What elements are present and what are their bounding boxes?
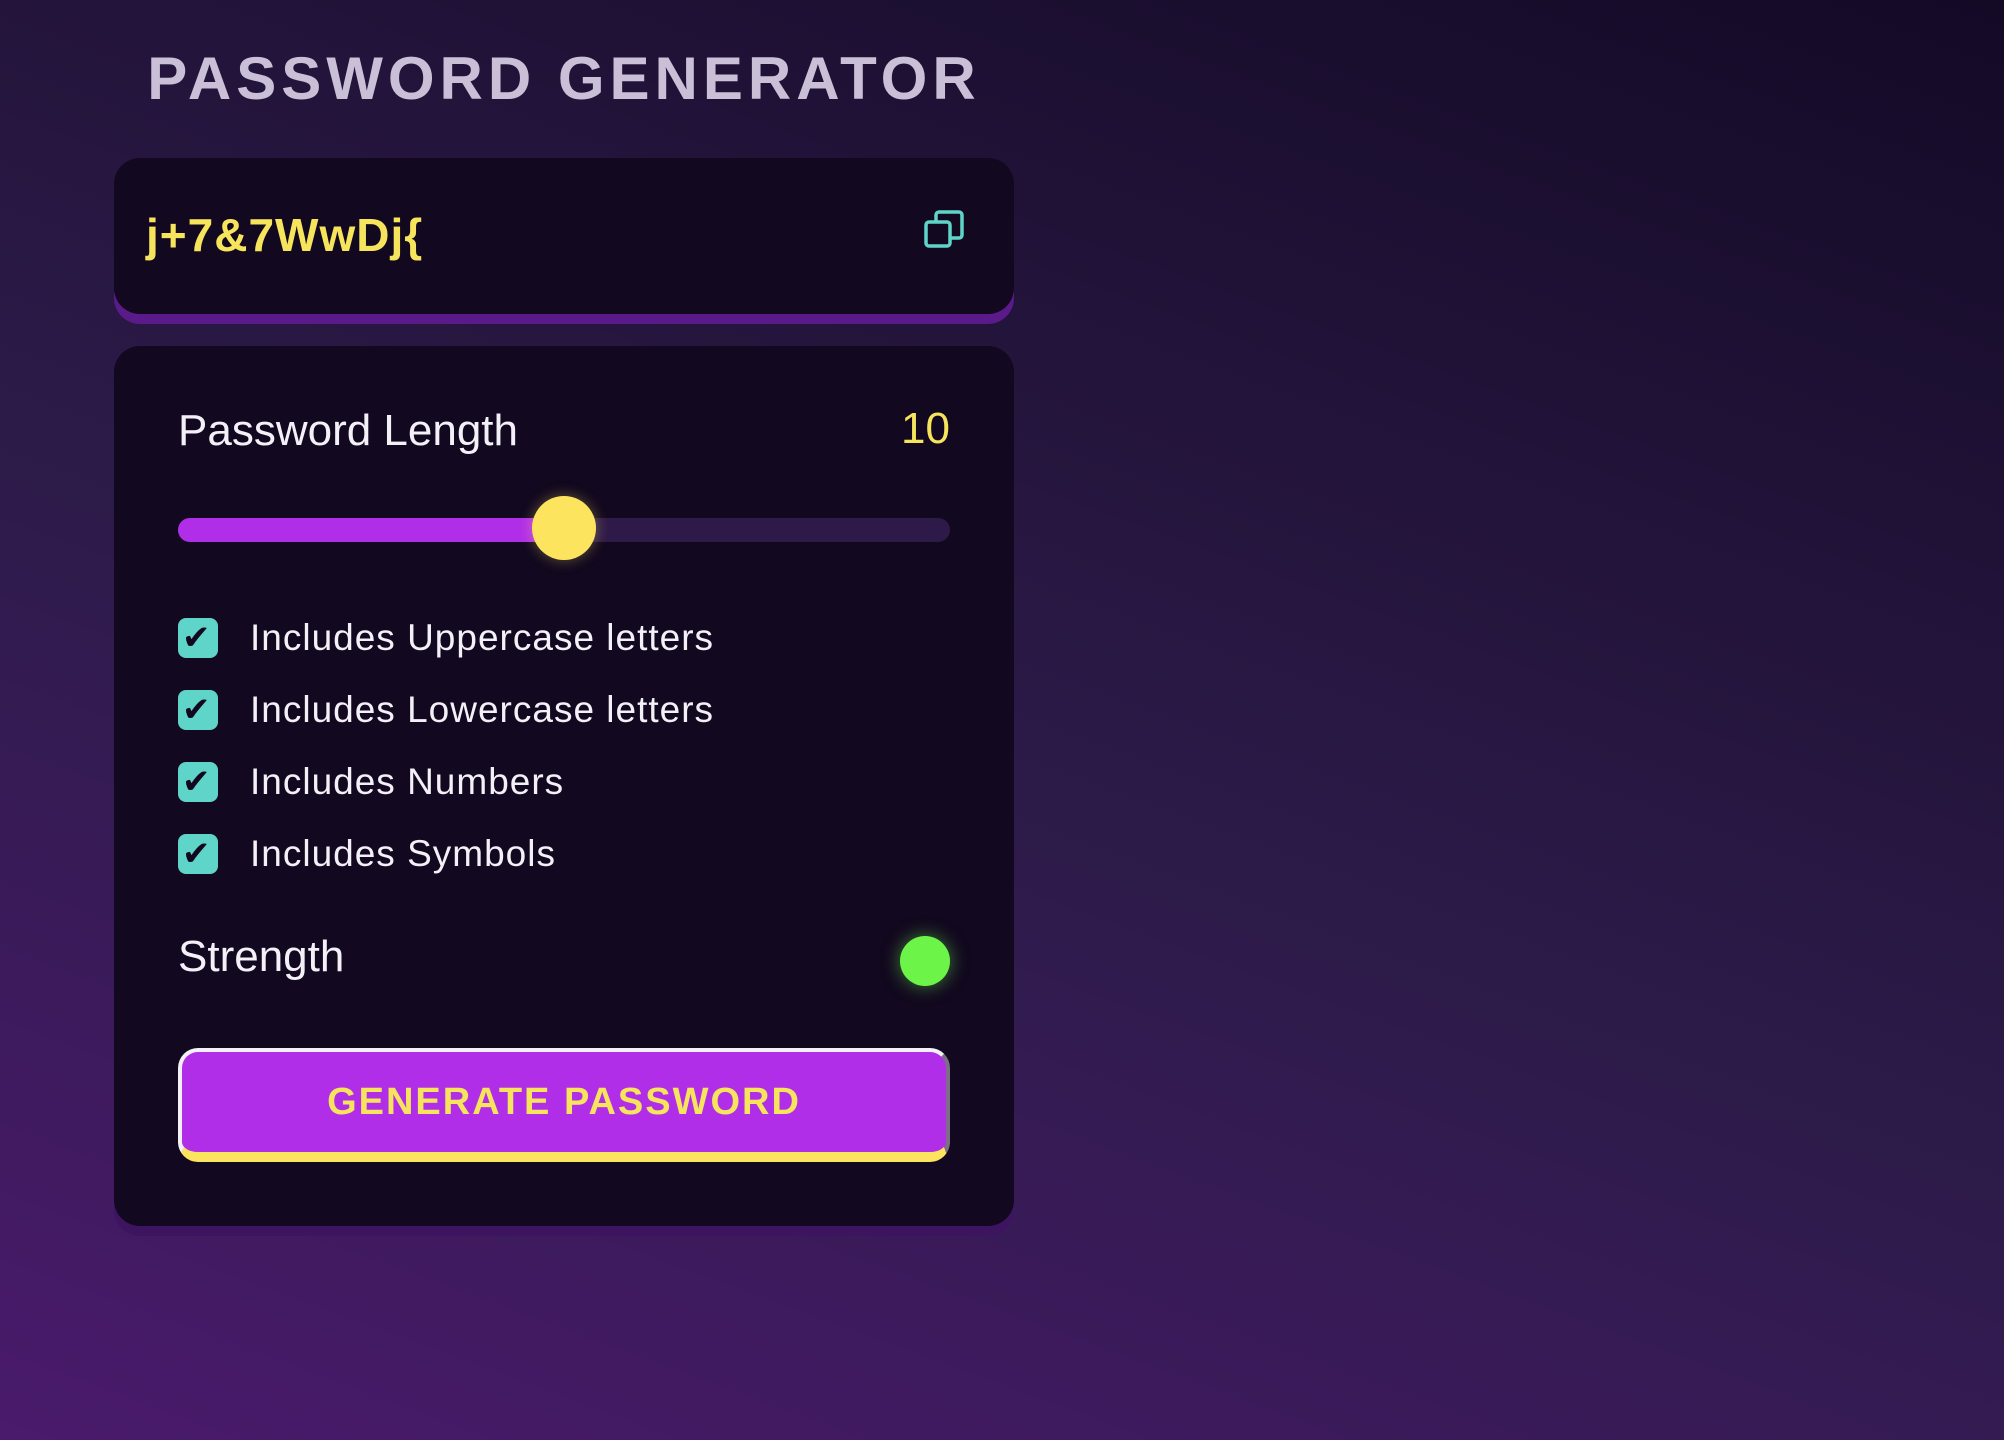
option-numbers-label: Includes Numbers xyxy=(250,761,565,802)
option-lowercase[interactable]: ✔ Includes Lowercase letters xyxy=(178,688,714,732)
symbols-checkbox[interactable]: ✔ xyxy=(178,834,218,874)
generate-password-button[interactable]: GENERATE PASSWORD xyxy=(178,1048,950,1162)
copy-icon[interactable] xyxy=(924,210,964,250)
numbers-checkbox[interactable]: ✔ xyxy=(178,762,218,802)
option-uppercase[interactable]: ✔ Includes Uppercase letters xyxy=(178,616,714,660)
option-lowercase-label: Includes Lowercase letters xyxy=(250,689,715,730)
password-output: j+7&7WwDj{ xyxy=(146,209,424,261)
password-length-value: 10 xyxy=(901,404,950,453)
page-title: PASSWORD GENERATOR xyxy=(147,45,981,112)
password-output-card: j+7&7WwDj{ xyxy=(114,158,1014,314)
option-symbols[interactable]: ✔ Includes Symbols xyxy=(178,832,556,876)
uppercase-checkbox[interactable]: ✔ xyxy=(178,618,218,658)
option-symbols-label: Includes Symbols xyxy=(250,833,556,874)
length-slider-thumb[interactable] xyxy=(532,496,596,560)
strength-label: Strength xyxy=(178,932,345,981)
strength-indicator xyxy=(900,936,950,986)
checkmark-icon: ✔ xyxy=(182,691,211,729)
length-slider[interactable] xyxy=(178,496,950,560)
option-uppercase-label: Includes Uppercase letters xyxy=(250,617,715,658)
settings-card: Password Length 10 ✔ Includes Uppercase … xyxy=(114,346,1014,1226)
option-numbers[interactable]: ✔ Includes Numbers xyxy=(178,760,564,804)
checkmark-icon: ✔ xyxy=(182,619,211,657)
lowercase-checkbox[interactable]: ✔ xyxy=(178,690,218,730)
checkmark-icon: ✔ xyxy=(182,763,211,801)
length-slider-fill xyxy=(178,518,564,542)
password-length-label: Password Length xyxy=(178,406,518,455)
checkmark-icon: ✔ xyxy=(182,835,211,873)
